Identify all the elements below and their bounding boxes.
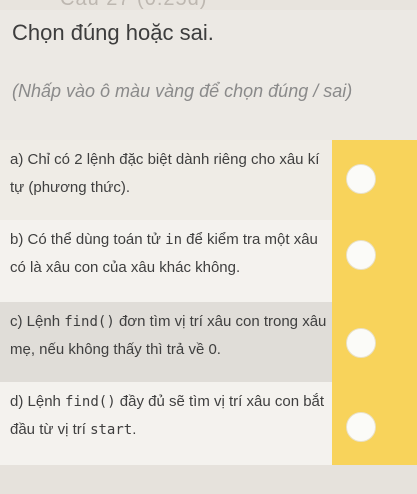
code-find-d: find()	[65, 394, 116, 410]
statement-row-b: b) Có thể dùng toán tử in để kiểm tra mộ…	[0, 220, 417, 302]
radio-circle-c[interactable]	[346, 328, 376, 358]
statement-a-part-1: a) Chỉ có 2 lệnh đặc biệt dành riêng cho…	[10, 151, 320, 196]
code-find-c: find()	[64, 314, 115, 330]
answer-cell-b[interactable]	[332, 220, 417, 302]
answer-cell-a[interactable]	[332, 140, 417, 220]
true-false-table: a) Chỉ có 2 lệnh đặc biệt dành riêng cho…	[0, 140, 417, 465]
statement-d-part-5: .	[132, 421, 137, 438]
page-bottom-edge	[0, 465, 417, 494]
statement-text-b: b) Có thể dùng toán tử in để kiểm tra mộ…	[0, 220, 332, 302]
statement-text-c: c) Lệnh find() đơn tìm vị trí xâu con tr…	[0, 302, 332, 382]
radio-circle-d[interactable]	[346, 412, 376, 442]
statement-row-a: a) Chỉ có 2 lệnh đặc biệt dành riêng cho…	[0, 140, 417, 220]
code-start: start	[90, 422, 133, 438]
previous-heading-fragment: Câu 27 (0.25đ)	[0, 0, 417, 10]
statement-b-part-1: b) Có thể dùng toán tử	[10, 231, 166, 248]
instruction-text: (Nhấp vào ô màu vàng để chọn đúng / sai)	[12, 81, 353, 101]
statement-c-part-1: c) Lệnh	[10, 313, 65, 330]
statement-d-part-1: d) Lệnh	[10, 393, 66, 410]
radio-circle-a[interactable]	[346, 164, 376, 194]
answer-cell-c[interactable]	[332, 302, 417, 382]
statement-text-a: a) Chỉ có 2 lệnh đặc biệt dành riêng cho…	[0, 140, 332, 220]
question-title: Chọn đúng hoặc sai.	[12, 20, 214, 45]
statement-text-d: d) Lệnh find() đầy đủ sẽ tìm vị trí xâu …	[0, 382, 332, 465]
radio-circle-b[interactable]	[346, 240, 376, 270]
code-in: in	[165, 232, 183, 248]
cut-title: Câu 27 (0.25đ)	[60, 0, 207, 10]
statement-row-d: d) Lệnh find() đầy đủ sẽ tìm vị trí xâu …	[0, 382, 417, 465]
statement-row-c: c) Lệnh find() đơn tìm vị trí xâu con tr…	[0, 302, 417, 382]
answer-cell-d[interactable]	[332, 382, 417, 465]
